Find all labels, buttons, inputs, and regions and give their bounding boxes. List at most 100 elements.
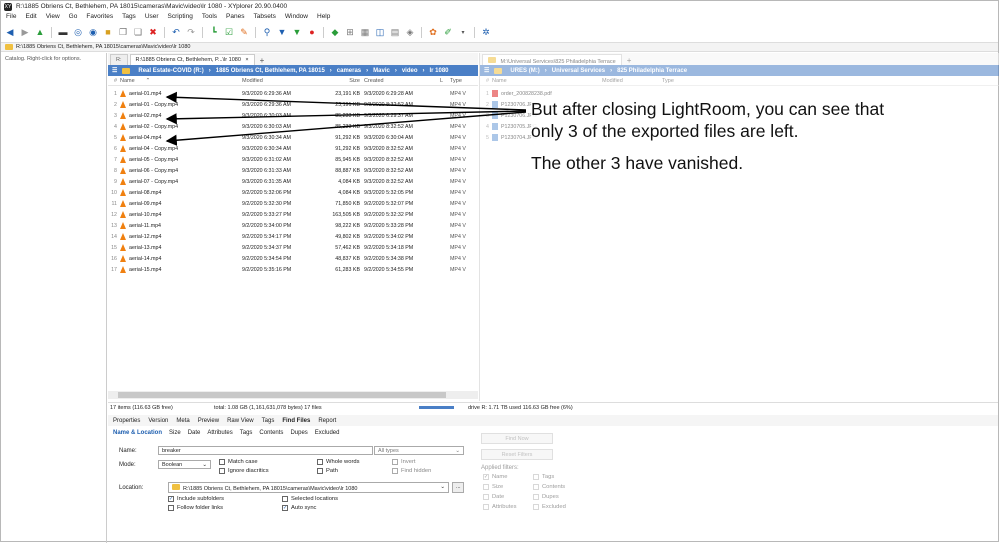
file-row[interactable]: 13 aerial-11.mp4 9/2/2020 5:34:00 PM 98,222… [108,220,478,231]
search-icon[interactable]: ⚲ [261,27,273,39]
follow-folder-links-checkbox[interactable]: Follow folder links [168,505,223,511]
col-num[interactable]: # [480,78,492,84]
target-icon[interactable]: ◎ [72,27,84,39]
mode-select[interactable]: Boolean ⌄ [158,460,211,469]
file-row[interactable]: 11 aerial-09.mp4 9/2/2020 5:32:30 PM 71,850… [108,198,478,209]
breadcrumb-item[interactable]: 825 Philadelphia Terrace [617,68,687,74]
menu-item-scripting[interactable]: Scripting [168,13,193,22]
file-row[interactable]: 2 aerial-01 - Copy.mp4 9/3/2020 6:29:36 AM… [108,99,478,110]
redo-icon[interactable]: ↷ [185,27,197,39]
menu-item-user[interactable]: User [145,13,159,22]
subtab-dupes[interactable]: Dupes [290,430,307,436]
android-icon[interactable]: ◆ [329,27,341,39]
file-name-cell[interactable]: aerial-04 - Copy.mp4 [120,145,242,152]
find-hidden-checkbox[interactable]: Find hidden [392,468,431,474]
menu-item-tools[interactable]: Tools [202,13,217,22]
applied-filter-tags[interactable]: Tags [533,474,554,480]
subtab-size[interactable]: Size [169,430,181,436]
paste-icon[interactable]: ❏ [132,27,144,39]
file-name-cell[interactable]: aerial-07 - Copy.mp4 [120,178,242,185]
tab-preview[interactable]: Preview [198,418,219,424]
whole-words-checkbox[interactable]: Whole words [317,459,360,465]
file-name-cell[interactable]: aerial-01 - Copy.mp4 [120,101,242,108]
forward-icon[interactable]: ▶ [19,27,31,39]
path-checkbox[interactable]: Path [317,468,338,474]
tag-icon[interactable]: ◈ [404,27,416,39]
breadcrumb-item[interactable]: video [402,68,418,74]
file-name-cell[interactable]: aerial-09.mp4 [120,200,242,207]
include-subfolders-checkbox[interactable]: ✓ Include subfolders [168,496,224,502]
catalog-pane[interactable]: Catalog. Right-click for options. [1,53,107,543]
col-name[interactable]: Name ⌃ [120,78,242,84]
ignore-diacritics-checkbox[interactable]: Ignore diacritics [219,468,269,474]
auto-sync-checkbox[interactable]: ✓ Auto sync [282,505,316,511]
applied-filter-attributes[interactable]: Attributes [483,504,517,510]
up-icon[interactable]: ▲ [34,27,46,39]
dual-pane-icon[interactable]: ◫ [374,27,386,39]
catalog-icon[interactable]: ✿ [427,27,439,39]
menu-item-tags[interactable]: Tags [122,13,136,22]
gear-icon[interactable]: ✲ [480,27,492,39]
tab-version[interactable]: Version [148,418,168,424]
scrollbar-thumb[interactable] [118,392,446,398]
location-input[interactable]: R:\1885 Obriens Ct, Bethlehem, PA 18015\… [168,482,449,493]
hamburger-icon[interactable]: ☰ [112,67,117,74]
breadcrumb-item[interactable]: 1885 Obriens Ct, Bethlehem, PA 18015 [216,68,325,74]
panes-icon[interactable]: ▦ [359,27,371,39]
browse-button[interactable]: ... [452,482,464,493]
invert-checkbox[interactable]: Invert [392,459,416,465]
col-type[interactable]: Type [450,78,470,84]
tab-report[interactable]: Report [318,418,336,424]
file-name-cell[interactable]: aerial-01.mp4 [120,90,242,97]
find-icon[interactable]: ◉ [87,27,99,39]
address-bar[interactable]: R:\1885 Obriens Ct, Bethlehem, PA 18015\… [1,42,998,52]
new-folder-icon[interactable]: ■ [102,27,114,39]
find-now-button[interactable]: Find Now [481,433,553,444]
name-input[interactable]: breaker [158,446,373,455]
applied-filter-excluded[interactable]: Excluded [533,504,566,510]
monitor-icon[interactable]: ▬ [57,27,69,39]
applied-filter-name[interactable]: ✓ Name [483,474,507,480]
menu-item-window[interactable]: Window [285,13,308,22]
undo-icon[interactable]: ↶ [170,27,182,39]
color-filter-icon[interactable]: ● [306,27,318,39]
file-row[interactable]: 6 aerial-04 - Copy.mp4 9/3/2020 6:30:34 AM… [108,143,478,154]
breadcrumb-item[interactable]: lr 1080 [430,68,449,74]
file-name-cell[interactable]: aerial-12.mp4 [120,233,242,240]
back-icon[interactable]: ◀ [4,27,16,39]
new-tab-icon[interactable]: + [624,56,635,65]
menu-item-tabsets[interactable]: Tabsets [253,13,275,22]
file-name-cell[interactable]: aerial-10.mp4 [120,211,242,218]
tab-properties[interactable]: Properties [113,418,140,424]
subtab-date[interactable]: Date [188,430,201,436]
delete-icon[interactable]: ✖ [147,27,159,39]
breadcrumb-item[interactable]: URES (M:) [510,68,539,74]
file-row[interactable]: 4 aerial-02 - Copy.mp4 9/3/2020 6:30:03 AM… [108,121,478,132]
col-modified[interactable]: Modified [602,78,662,84]
subtab-contents[interactable]: Contents [259,430,283,436]
file-name-cell[interactable]: aerial-11.mp4 [120,222,242,229]
breadcrumb-item[interactable]: cameras [337,68,361,74]
file-name-cell[interactable]: aerial-04.mp4 [120,134,242,141]
col-size[interactable]: Size [314,78,364,84]
file-name-cell[interactable]: aerial-13.mp4 [120,244,242,251]
horizontal-scrollbar[interactable] [108,391,478,399]
file-row[interactable]: 3 aerial-02.mp4 9/3/2020 6:30:03 AM 85,233 … [108,110,478,121]
menu-item-file[interactable]: File [6,13,16,22]
tab-lr1080[interactable]: R:\1885 Obriens Ct, Bethlehem, P...\lr 1… [129,54,255,65]
col-num[interactable]: # [108,78,120,84]
tab-tags[interactable]: Tags [262,418,275,424]
grid-icon[interactable]: ⊞ [344,27,356,39]
col-created[interactable]: Created [364,78,440,84]
tab-find-files[interactable]: Find Files [282,418,310,424]
applied-filter-date[interactable]: Date [483,494,504,500]
tab-raw-view[interactable]: Raw View [227,418,254,424]
subtab-name-location[interactable]: Name & Location [113,430,162,436]
filter-green-icon[interactable]: ▼ [291,27,303,39]
file-name-cell[interactable]: order_200828238.pdf [492,90,602,97]
menu-item-help[interactable]: Help [317,13,330,22]
tab-meta[interactable]: Meta [176,418,189,424]
menu-item-edit[interactable]: Edit [25,13,36,22]
col-name[interactable]: Name [492,78,602,84]
file-row[interactable]: 16 aerial-14.mp4 9/2/2020 5:34:54 PM 48,837… [108,253,478,264]
